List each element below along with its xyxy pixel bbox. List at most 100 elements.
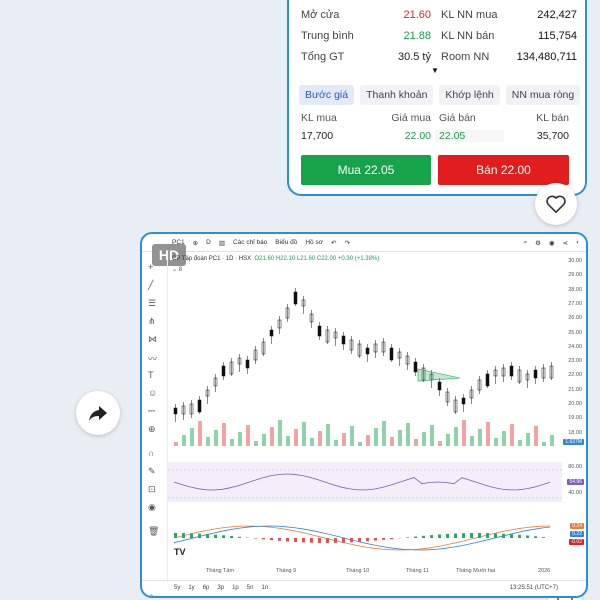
tab-khop-lenh[interactable]: Khớp lệnh	[439, 85, 500, 105]
range-5n[interactable]: 5n	[247, 585, 254, 591]
macd-histogram-bar	[414, 536, 417, 538]
macd-histogram-bar	[486, 533, 489, 538]
stat-label: KL NN bán	[441, 29, 495, 42]
volume-bar	[502, 431, 506, 446]
macd-histogram-bar	[534, 536, 537, 538]
orderbook-header: KL mua Giá mua Giá bán KL bán	[301, 112, 569, 124]
macd-histogram-bar	[326, 538, 329, 543]
volume-bar	[382, 421, 386, 446]
macd-histogram-bar	[446, 533, 449, 538]
expand-caret-icon[interactable]: ▼	[431, 66, 439, 75]
date-tick: Tháng 11	[406, 568, 429, 574]
wave-tool-icon[interactable]: 〰	[148, 352, 157, 365]
magnet-icon[interactable]: ∩	[148, 448, 154, 458]
trend-line-icon[interactable]: ╱	[148, 280, 153, 291]
share-icon[interactable]: ⋖	[563, 239, 568, 247]
share-button[interactable]	[76, 391, 120, 435]
column-header: KL bán	[536, 112, 569, 124]
volume-bar	[446, 434, 450, 446]
buy-button[interactable]: Mua 22.05	[301, 155, 431, 185]
search-icon[interactable]: ⌕	[523, 239, 527, 247]
macd-group	[173, 525, 553, 551]
macd-histogram-bar	[238, 536, 241, 538]
macd-histogram-bar	[454, 533, 457, 538]
volume-bar	[222, 423, 226, 446]
price-tick: 21.00	[568, 386, 582, 393]
volume-bar	[462, 420, 466, 446]
macd-histogram-bar	[310, 538, 313, 543]
macd-histogram-bar	[190, 533, 193, 538]
range-1y[interactable]: 1y	[188, 585, 194, 591]
range-1p[interactable]: 1p	[232, 585, 239, 591]
chart-toolbar: PC1 ⊕ D ▥ Các chỉ báo Biểu đồ Hồ sơ ↶ ↷ …	[142, 234, 586, 252]
rsi-tag: 54.96	[567, 479, 584, 485]
volume-bar	[534, 426, 538, 446]
macd-histogram-bar	[470, 533, 473, 538]
chart-legend: CP Tập đoàn PC1 · 1D · HSX O21.60 H22.10…	[172, 256, 379, 262]
trash-icon[interactable]: 🗑	[148, 526, 159, 537]
eye-icon[interactable]: ◉	[148, 502, 156, 513]
camera-icon[interactable]: ◉	[549, 239, 555, 247]
add-symbol-icon[interactable]: ⊕	[193, 239, 198, 247]
redo-icon[interactable]: ↷	[344, 239, 349, 247]
volume-bar	[366, 435, 370, 446]
chart-type-button[interactable]: Biểu đồ	[275, 239, 297, 246]
interval-label[interactable]: D	[206, 239, 211, 246]
range-3p[interactable]: 3p	[217, 585, 224, 591]
macd-histogram-bar	[222, 535, 225, 538]
range-5y[interactable]: 5y	[174, 585, 180, 591]
volume-bar	[318, 431, 322, 446]
column-header: KL mua	[301, 112, 337, 124]
price-tick: 19.00	[568, 415, 582, 422]
macd-histogram-bar	[358, 538, 361, 542]
macd-histogram-bar	[422, 535, 425, 538]
candle-type-icon[interactable]: ▥	[219, 239, 225, 247]
stat-label: Mở cửa	[301, 8, 340, 21]
undo-icon[interactable]: ↶	[331, 239, 336, 247]
emoji-tool-icon[interactable]: ☺	[148, 388, 157, 398]
macd-histogram-bar	[406, 537, 409, 538]
macd-histogram-bar	[214, 534, 217, 538]
fork-tool-icon[interactable]: ⋔	[148, 316, 156, 327]
text-tool-icon[interactable]: T	[148, 370, 154, 380]
ruler-icon[interactable]: ⎓	[148, 406, 155, 417]
macd-histogram-bar	[350, 538, 353, 543]
horizontal-lines-icon[interactable]: ☰	[148, 298, 156, 309]
price-tick: 24.00	[568, 343, 582, 350]
volume-bar	[206, 437, 210, 446]
tab-nn-mua-rong[interactable]: NN mua ròng	[505, 85, 581, 105]
column-header: Giá bán	[439, 112, 476, 124]
macd-histogram-bar	[294, 538, 297, 543]
range-6p[interactable]: 6p	[203, 585, 210, 591]
price-tick: 22.00	[568, 372, 582, 379]
tab-buoc-gia[interactable]: Bước giá	[299, 85, 355, 105]
crosshair-icon[interactable]: +	[148, 262, 153, 272]
date-tick: Tháng Mười hai	[456, 568, 496, 574]
lock-icon[interactable]: ⊡	[148, 484, 156, 495]
zoom-in-icon[interactable]: ⊕	[148, 424, 156, 435]
range-1n[interactable]: 1n	[261, 585, 268, 591]
macd-histogram-bar	[318, 538, 321, 543]
volume-bar	[350, 426, 354, 446]
stat-label: Room NN	[441, 50, 490, 63]
volume-bar	[358, 442, 362, 446]
price-tick: 20.00	[568, 401, 582, 407]
stat-value: 30.5 tỷ	[397, 50, 431, 63]
settings-gear-icon[interactable]: ⚙	[535, 239, 541, 247]
tab-thanh-khoan[interactable]: Thanh khoản	[360, 85, 434, 105]
sell-price: 22.05	[435, 130, 504, 142]
indicators-button[interactable]: Các chỉ báo	[233, 239, 267, 246]
chart-screenshot-card[interactable]: PC1 ⊕ D ▥ Các chỉ báo Biểu đồ Hồ sơ ↶ ↷ …	[140, 232, 588, 598]
volume-bar	[254, 441, 258, 446]
volume-bar	[182, 435, 186, 446]
volume-bar	[398, 430, 402, 446]
brush-tool-icon[interactable]: ✎	[148, 466, 156, 477]
like-button[interactable]	[535, 183, 577, 225]
profile-button[interactable]: Hồ sơ	[305, 239, 323, 246]
pattern-tool-icon[interactable]: ⋈	[148, 334, 157, 345]
volume-bar	[294, 429, 298, 446]
stat-value: 21.88	[403, 29, 431, 42]
macd-histogram-bar	[518, 534, 521, 538]
sell-button[interactable]: Bán 22.00	[438, 155, 569, 185]
macd-histogram-bar	[334, 538, 337, 543]
